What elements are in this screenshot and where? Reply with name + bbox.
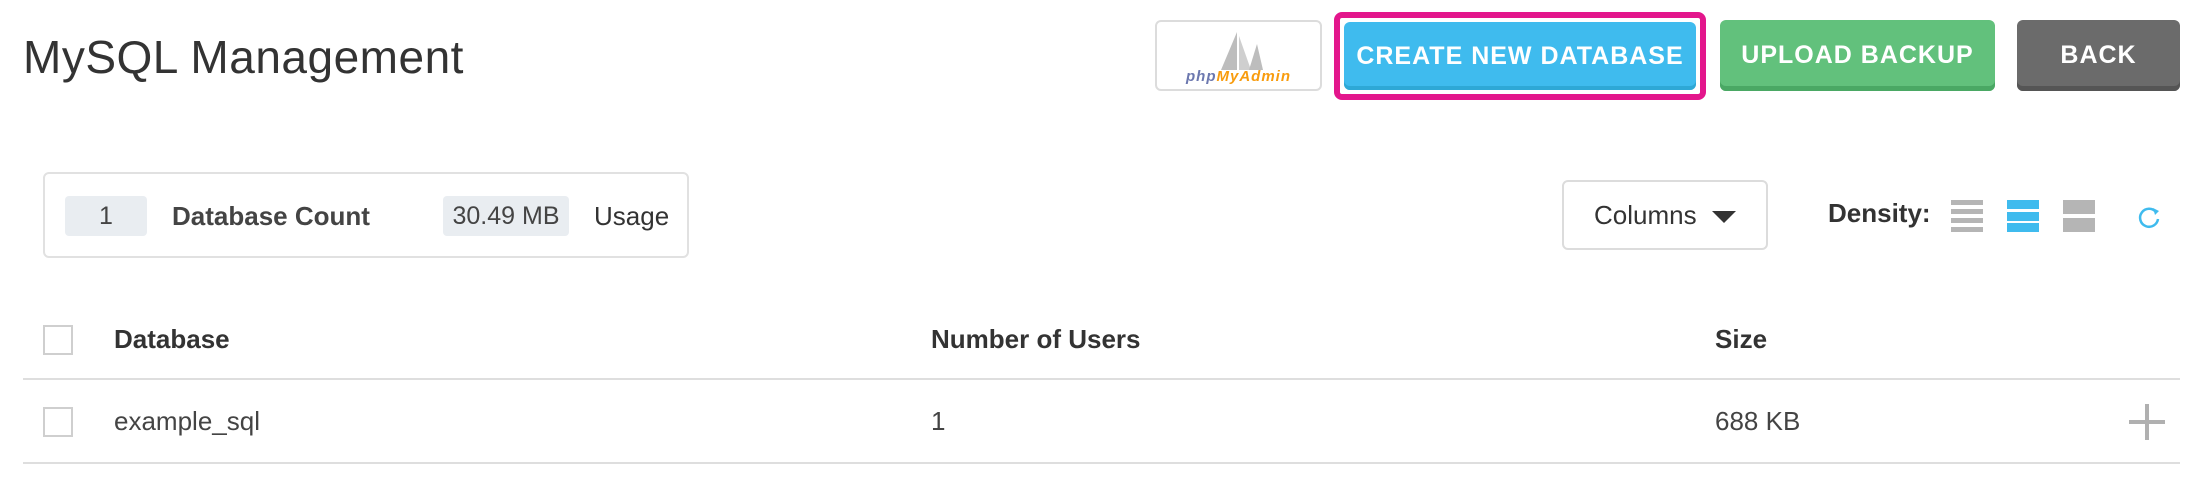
density-compact-icon[interactable] <box>1951 200 1983 232</box>
usage-value: 30.49 MB <box>443 196 569 236</box>
page-title: MySQL Management <box>23 31 464 83</box>
database-count-label: Database Count <box>172 200 370 231</box>
stats-summary: 1 Database Count 30.49 MB Usage <box>43 172 689 258</box>
table-header-row: Database Number of Users Size <box>23 300 2180 380</box>
upload-backup-button[interactable]: UPLOAD BACKUP <box>1720 20 1995 91</box>
select-all-checkbox[interactable] <box>43 325 73 355</box>
columns-label: Columns <box>1594 199 1697 230</box>
usage-label: Usage <box>594 200 670 231</box>
columns-dropdown[interactable]: Columns <box>1562 180 1768 250</box>
phpmyadmin-wordmark: phpMyAdmin <box>1186 68 1291 85</box>
density-loose-icon[interactable] <box>2063 200 2095 232</box>
create-database-button[interactable]: CREATE NEW DATABASE <box>1344 22 1696 90</box>
density-label: Density: <box>1828 198 1931 228</box>
phpmyadmin-button[interactable]: phpMyAdmin <box>1155 20 1322 91</box>
column-header-size[interactable]: Size <box>1715 300 1767 378</box>
row-checkbox[interactable] <box>43 407 73 437</box>
database-name: example_sql <box>114 405 260 436</box>
column-header-database[interactable]: Database <box>114 300 230 378</box>
column-header-users[interactable]: Number of Users <box>931 300 1141 378</box>
refresh-icon[interactable] <box>2136 204 2162 230</box>
user-count: 1 <box>931 405 946 436</box>
density-normal-icon[interactable] <box>2007 200 2039 232</box>
database-size: 688 KB <box>1715 405 1801 436</box>
database-count-value: 1 <box>65 196 147 236</box>
table-row[interactable]: example_sql 1 688 KB <box>23 380 2180 464</box>
expand-plus-icon[interactable] <box>2129 404 2165 440</box>
phpmyadmin-logo-icon <box>1213 30 1265 72</box>
back-button[interactable]: BACK <box>2017 20 2180 91</box>
database-table: Database Number of Users Size example_sq… <box>23 300 2180 464</box>
caret-down-icon <box>1712 211 1736 223</box>
